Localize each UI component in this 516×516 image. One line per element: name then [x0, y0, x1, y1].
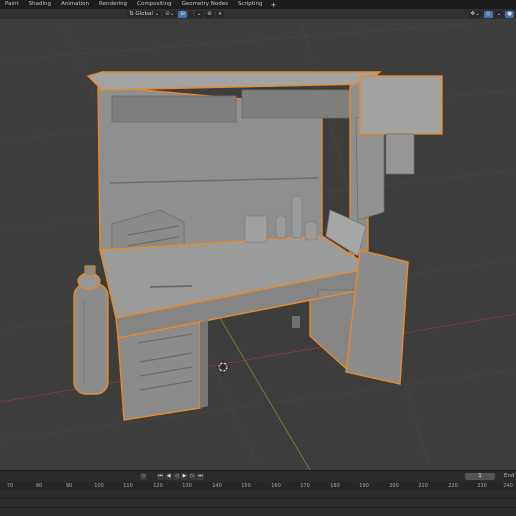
falloff-icon[interactable]: ∧ — [215, 10, 224, 18]
keyframe-prev-icon[interactable]: ◇ — [140, 473, 147, 480]
tab-animation[interactable]: Animation — [56, 0, 94, 9]
pivot-point-dropdown[interactable]: ⊙⌄ — [163, 10, 177, 18]
3d-viewport[interactable] — [0, 19, 516, 470]
jump-end-icon[interactable]: ⏭ — [197, 473, 204, 480]
orientation-icon: ⇅ — [129, 10, 134, 17]
ruler-tick: 120 — [153, 483, 163, 489]
ruler-tick: 110 — [123, 483, 133, 489]
timeline-tracks[interactable] — [0, 490, 516, 516]
ruler-tick: 220 — [448, 483, 458, 489]
tab-paint[interactable]: Paint — [0, 0, 24, 9]
ruler-tick: 190 — [359, 483, 369, 489]
gizmo-toggle-icon[interactable]: ✥⌄ — [468, 10, 482, 18]
add-workspace-button[interactable]: + — [267, 1, 279, 9]
scene-canvas[interactable] — [0, 19, 516, 470]
tab-rendering[interactable]: Rendering — [94, 0, 132, 9]
ruler-tick: 240 — [503, 483, 513, 489]
tab-compositing[interactable]: Compositing — [132, 0, 176, 9]
overlay-dropdown[interactable]: ⌄ — [494, 10, 504, 18]
ruler-tick: 100 — [94, 483, 104, 489]
chevron-down-icon: ⌄ — [154, 10, 160, 17]
current-frame-field[interactable]: 1 — [465, 473, 495, 480]
ruler-tick: 150 — [241, 483, 251, 489]
tab-scripting[interactable]: Scripting — [233, 0, 267, 9]
timeline-ruler[interactable]: 70 80 90 100 110 120 130 140 150 160 170… — [0, 482, 516, 490]
track-divider — [0, 498, 516, 499]
track-divider — [0, 507, 516, 508]
workbench[interactable] — [86, 71, 443, 421]
ruler-tick: 180 — [330, 483, 340, 489]
ruler-tick: 140 — [212, 483, 222, 489]
keyframe-jump-back-icon[interactable]: ◀ — [165, 473, 172, 480]
proportional-edit-icon[interactable]: ⊚ — [205, 10, 214, 18]
3d-cursor-icon[interactable] — [216, 360, 230, 374]
ruler-tick: 160 — [271, 483, 281, 489]
workspace-tab-bar: Paint Shading Animation Rendering Compos… — [0, 0, 516, 9]
ruler-tick: 230 — [477, 483, 487, 489]
play-icon[interactable]: ▶ — [181, 473, 188, 480]
gas-cylinder[interactable] — [73, 265, 109, 395]
tab-geometry-nodes[interactable]: Geometry Nodes — [177, 0, 233, 9]
shading-mode-icon[interactable]: ● — [505, 10, 514, 18]
lower-drawer-cabinet[interactable] — [117, 320, 208, 421]
viewport-header: ⇅ Global ⌄ ⊙⌄ ⊞ ⋮⌄ ⊚ ∧ ✥⌄ ◎ ⌄ ● — [0, 9, 516, 19]
keyframe-next-icon[interactable]: ▷ — [189, 473, 196, 480]
ruler-tick: 130 — [182, 483, 192, 489]
ruler-tick: 80 — [35, 483, 43, 489]
orientation-label: Global — [135, 10, 153, 17]
ruler-tick: 70 — [6, 483, 14, 489]
tab-shading[interactable]: Shading — [24, 0, 56, 9]
reverse-play-icon[interactable]: ◁ — [173, 473, 180, 480]
ruler-tick: 200 — [389, 483, 399, 489]
ruler-tick: 170 — [300, 483, 310, 489]
snap-target-dropdown[interactable]: ⋮⌄ — [189, 10, 204, 18]
ruler-tick: 90 — [65, 483, 73, 489]
ruler-tick: 210 — [418, 483, 428, 489]
end-frame-label: End — [504, 473, 515, 479]
snap-icon[interactable]: ⊞ — [178, 10, 188, 18]
jump-start-icon[interactable]: ⏮ — [157, 473, 164, 480]
overlay-icon[interactable]: ◎ — [483, 10, 493, 18]
transform-orientation-dropdown[interactable]: ⇅ Global ⌄ — [127, 10, 162, 18]
